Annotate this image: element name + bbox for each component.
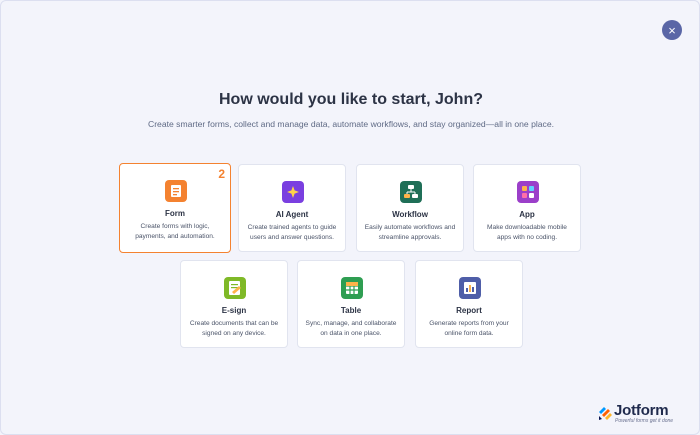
modal-frame: × How would you like to start, John? Cre… [0, 0, 700, 435]
card-ai-agent[interactable]: AI Agent Create trained agents to guide … [238, 164, 346, 252]
card-description: Create forms with logic, payments, and a… [135, 223, 215, 240]
close-button[interactable]: × [662, 20, 682, 40]
card-title: Table [340, 306, 362, 315]
card-description: Create trained agents to guide users and… [247, 224, 337, 241]
ai-agent-icon [282, 181, 304, 203]
page-subtitle: Create smarter forms, collect and manage… [147, 119, 555, 129]
card-description: Easily automate workflows and streamline… [364, 224, 456, 241]
card-title: E-sign [221, 306, 247, 315]
step-badge: 2 [218, 167, 225, 181]
card-description: Make downloadable mobile apps with no co… [487, 224, 567, 241]
card-description: Generate reports from your online form d… [429, 320, 509, 337]
card-description: Create documents that can be signed on a… [189, 320, 279, 337]
card-title: AI Agent [275, 210, 309, 219]
close-icon: × [668, 22, 676, 38]
card-title: Form [165, 209, 185, 218]
card-title: Workflow [392, 210, 428, 219]
card-esign[interactable]: E-sign Create documents that can be sign… [180, 260, 288, 348]
jotform-logo: Jotform Powerful forms get it done [597, 402, 687, 427]
card-table[interactable]: Table Sync, manage, and collaborate on d… [297, 260, 405, 348]
card-app[interactable]: App Make downloadable mobile apps with n… [473, 164, 581, 252]
page-title: How would you like to start, John? [218, 91, 483, 108]
app-icon [517, 181, 539, 203]
workflow-icon [400, 181, 422, 203]
card-title: App [519, 210, 535, 219]
jotform-logo-icon [599, 407, 612, 420]
table-icon [341, 277, 363, 299]
esign-icon [224, 277, 246, 299]
card-description: Sync, manage, and collaborate on data in… [305, 320, 397, 337]
card-report[interactable]: Report Generate reports from your online… [415, 260, 523, 348]
report-icon [459, 277, 481, 299]
card-title: Report [456, 306, 482, 315]
card-form[interactable]: 2 Form Create forms with logic, payments… [119, 163, 231, 253]
card-workflow[interactable]: Workflow Easily automate workflows and s… [356, 164, 464, 252]
form-icon [165, 180, 187, 202]
logo-tagline: Powerful forms get it done [615, 418, 674, 424]
logo-wordmark: Jotform [614, 402, 669, 419]
